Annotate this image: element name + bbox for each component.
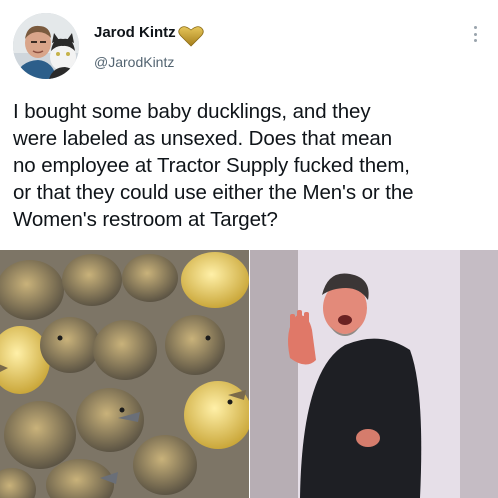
tweet-text: I bought some baby ducklings, and they w… (13, 100, 414, 231)
man-in-stall-image-icon (250, 250, 498, 498)
ducklings-photo[interactable] (0, 250, 249, 498)
tweet-media (0, 250, 498, 498)
avatar-photo-icon (13, 13, 79, 79)
display-name[interactable]: Jarod Kintz (94, 24, 176, 41)
gold-heart-icon (178, 26, 204, 47)
ducklings-image-icon (0, 250, 249, 498)
handle[interactable]: @JarodKintz (94, 54, 174, 70)
avatar[interactable] (13, 13, 79, 79)
tweet-header: Jarod Kintz @JarodKintz (0, 0, 498, 90)
restroom-man-photo[interactable] (250, 250, 498, 498)
more-options-icon[interactable] (472, 26, 478, 42)
